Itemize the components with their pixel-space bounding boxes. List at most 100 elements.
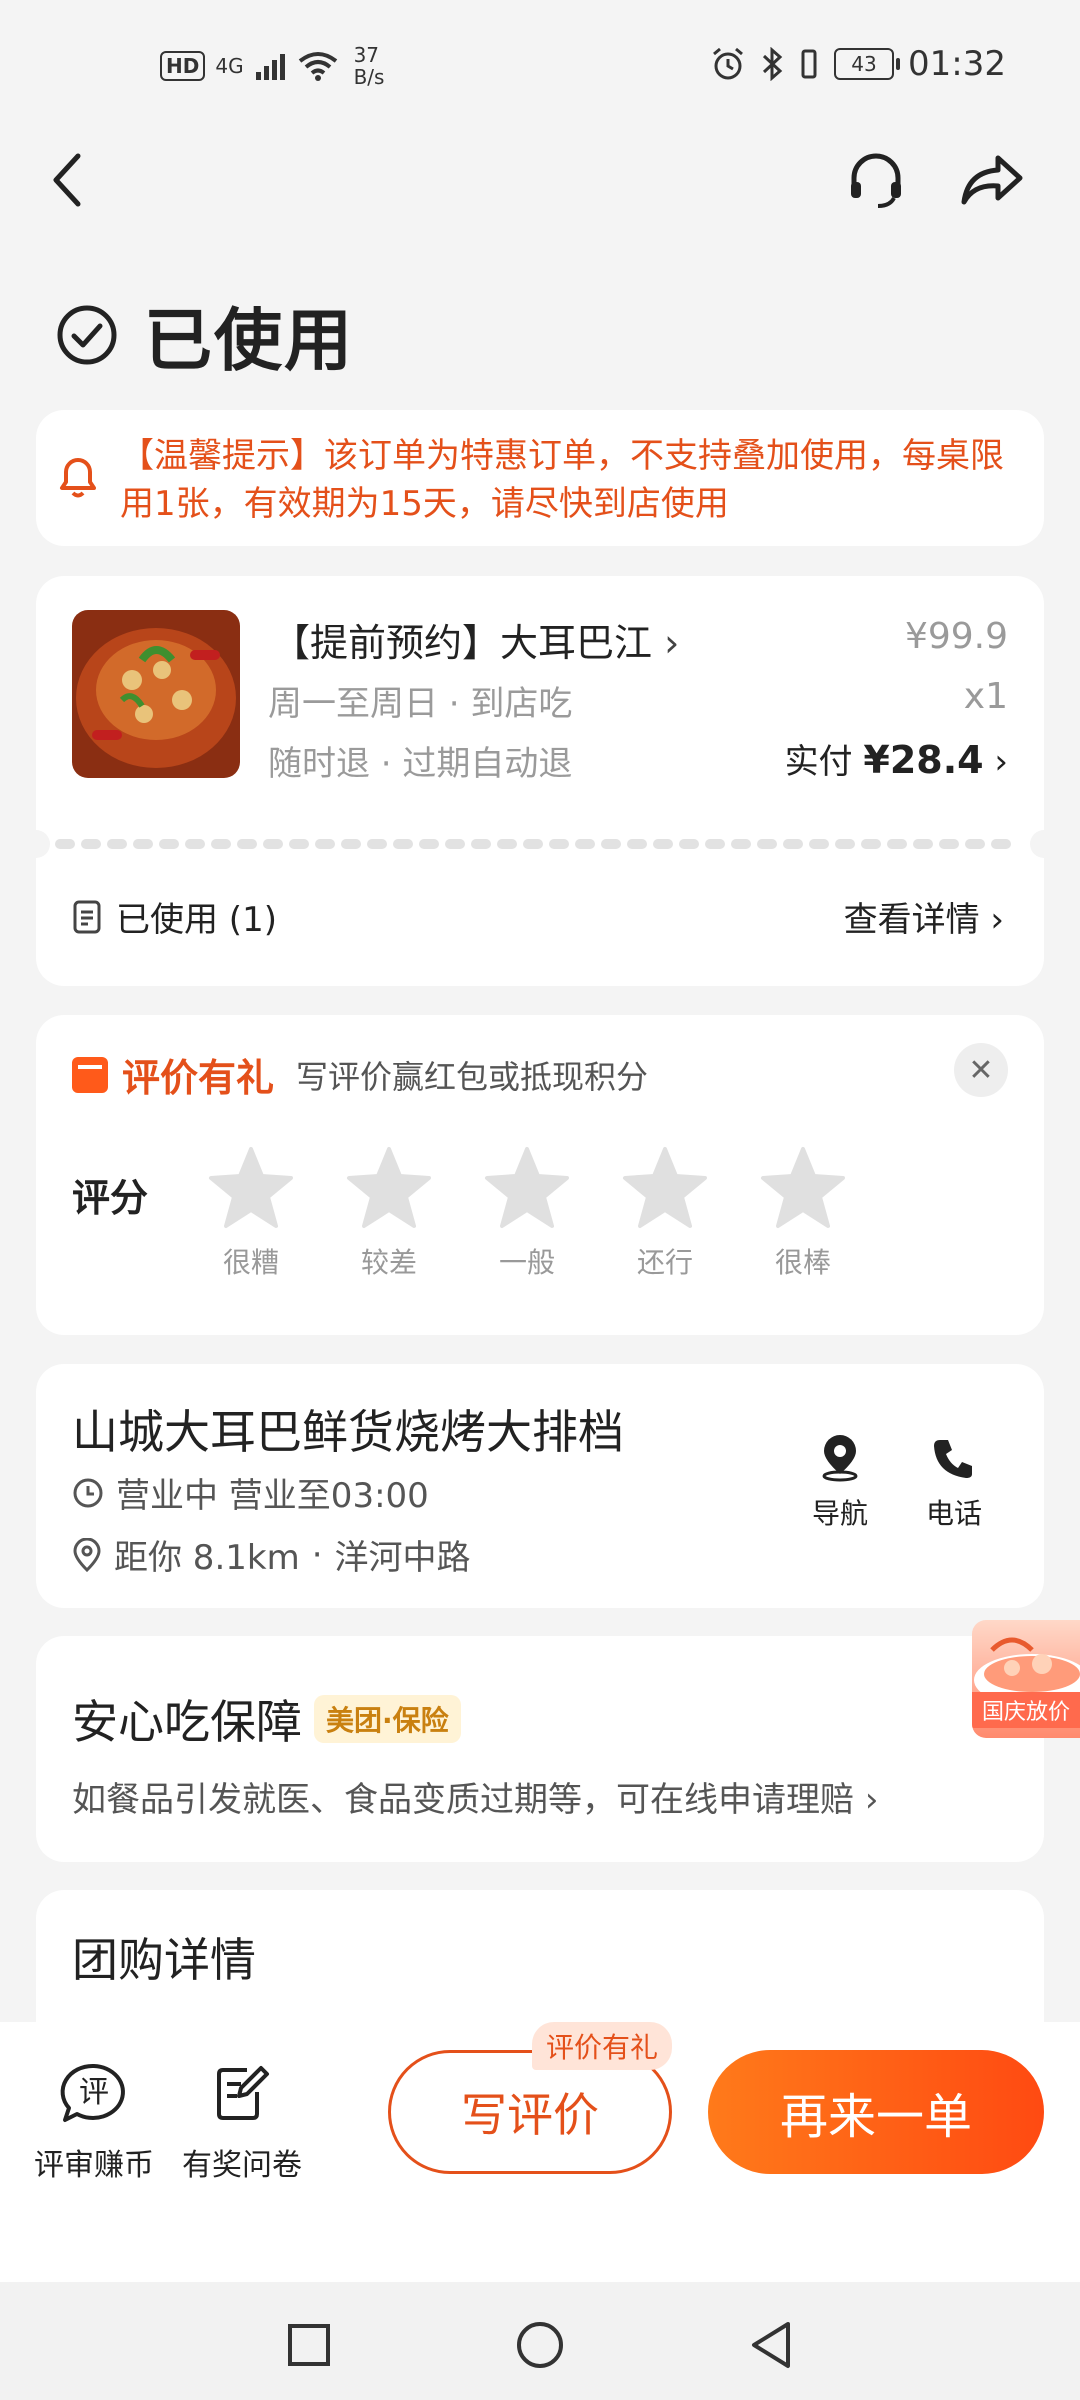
view-details-link[interactable]: 查看详情 › xyxy=(844,892,1004,941)
status-right: 43 01:32 xyxy=(710,44,1006,84)
group-deal-title: 团购详情 xyxy=(72,1933,256,1987)
chevron-right-icon: › xyxy=(864,1780,879,1820)
home-button[interactable] xyxy=(513,2318,567,2372)
headset-icon xyxy=(851,153,901,208)
paid-label: 实付 xyxy=(784,742,853,782)
net-speed: 37 B/s xyxy=(354,44,385,88)
system-back-button[interactable] xyxy=(744,2318,798,2372)
store-name: 山城大耳巴鲜货烧烤大排档 xyxy=(72,1405,624,1459)
star-icon xyxy=(761,1147,845,1228)
safety-title: 安心吃保障 美团·保险 xyxy=(72,1686,461,1752)
signal-icon xyxy=(255,54,285,80)
top-nav xyxy=(0,140,1080,220)
red-envelope-icon xyxy=(72,1056,108,1093)
dotted-divider xyxy=(55,839,1025,849)
order-again-button[interactable]: 再来一单 xyxy=(708,2050,1044,2174)
navigate-button[interactable]: 导航 xyxy=(800,1434,880,1532)
store-hours: 营业中 营业至03:00 xyxy=(72,1468,429,1517)
review-reward-tag: 评价有礼 xyxy=(532,2022,673,2070)
survey-edit-icon xyxy=(217,2066,269,2120)
order-again-label: 再来一单 xyxy=(779,2089,972,2145)
square-icon xyxy=(288,2324,330,2366)
star-icon xyxy=(209,1147,293,1228)
close-review-button[interactable]: ✕ xyxy=(954,1043,1008,1097)
store-road: 洋河中路 xyxy=(334,1538,471,1578)
review-title: 评价有礼 xyxy=(122,1056,275,1100)
triangle-back-icon xyxy=(752,2322,790,2368)
star-3[interactable]: 一般 xyxy=(484,1145,570,1281)
status-left: HD 4G 37 B/s xyxy=(160,44,384,88)
star-label: 较差 xyxy=(360,1246,417,1279)
score-label: 评分 xyxy=(72,1176,149,1220)
star-label: 很糟 xyxy=(222,1246,279,1279)
vibrate-icon xyxy=(801,49,817,79)
net-speed-unit: B/s xyxy=(353,65,385,89)
star-label: 很棒 xyxy=(774,1246,831,1279)
tip-text: 【温馨提示】该订单为特惠订单，不支持叠加使用，每桌限用1张，有效期为15天，请尽… xyxy=(120,436,1004,524)
separator-dot: · xyxy=(311,1534,323,1575)
safety-guarantee-card[interactable]: 安心吃保障 美团·保险 如餐品引发就医、食品变质过期等，可在线申请理赔 › xyxy=(36,1636,1044,1862)
star-1[interactable]: 很糟 xyxy=(208,1145,294,1281)
deal-title[interactable]: 【提前预约】大耳巴江 › xyxy=(272,612,679,667)
star-4[interactable]: 还行 xyxy=(622,1145,708,1281)
deal-refund-policy: 随时退 · 过期自动退 xyxy=(268,744,573,784)
call-button[interactable]: 电话 xyxy=(914,1434,994,1532)
star-5[interactable]: 很棒 xyxy=(760,1145,846,1281)
store-distance: 距你 8.1km xyxy=(114,1538,300,1578)
star-icon xyxy=(623,1147,707,1228)
paid-amount: ¥28.4 xyxy=(863,738,984,782)
net-speed-value: 37 xyxy=(353,43,380,67)
status-bar: HD 4G 37 B/s 43 01:32 xyxy=(0,0,1080,130)
clock-icon xyxy=(73,1478,103,1507)
order-status-heading: 已使用 xyxy=(56,285,354,384)
share-button[interactable] xyxy=(952,140,1032,220)
store-hours-text: 营业中 营业至03:00 xyxy=(116,1476,429,1516)
deal-title-text: 【提前预约】大耳巴江 xyxy=(272,621,653,665)
food-image[interactable] xyxy=(72,610,240,778)
chevron-right-icon: › xyxy=(652,621,680,665)
view-details-text: 查看详情 xyxy=(843,900,980,940)
review-icon-char: 评 xyxy=(79,2075,109,2110)
recent-apps-button[interactable] xyxy=(282,2318,336,2372)
safety-desc-text: 如餐品引发就医、食品变质过期等，可在线申请理赔 xyxy=(72,1780,854,1820)
navigate-label: 导航 xyxy=(811,1497,868,1530)
original-price: ¥99.9 xyxy=(904,616,1008,657)
network-type: 4G xyxy=(215,54,244,78)
order-card: 【提前预约】大耳巴江 › 周一至周日 · 到店吃 随时退 · 过期自动退 ¥99… xyxy=(22,576,1058,986)
used-coupon-count: 已使用 (1) xyxy=(72,892,277,941)
clock: 01:32 xyxy=(908,44,1006,84)
safety-desc: 如餐品引发就医、食品变质过期等，可在线申请理赔 › xyxy=(72,1772,878,1821)
paid-amount-link[interactable]: 实付 ¥28.4 › xyxy=(785,734,1008,783)
review-earn-coins-button[interactable]: 评 评审赚币 xyxy=(24,2062,164,2184)
review-card: 评价有礼 写评价赢红包或抵现积分 ✕ 评分 很糟 较差 一般 还行 很棒 xyxy=(36,1015,1044,1335)
insurance-badge: 美团·保险 xyxy=(314,1695,461,1743)
alarm-icon xyxy=(713,47,743,80)
bottom-action-bar: 评 评审赚币 有奖问卷 写评价 评价有礼 再来一单 xyxy=(0,2022,1080,2282)
close-icon: ✕ xyxy=(968,1052,994,1088)
store-card[interactable]: 山城大耳巴鲜货烧烤大排档 营业中 营业至03:00 距你 8.1km · 洋河中… xyxy=(36,1364,1044,1608)
back-arrow-icon xyxy=(53,153,81,207)
quantity: x1 xyxy=(963,676,1008,717)
chevron-right-icon: › xyxy=(990,900,1004,940)
food-photo xyxy=(72,610,240,778)
warm-tip-card: 【温馨提示】该订单为特惠订单，不支持叠加使用，每桌限用1张，有效期为15天，请尽… xyxy=(36,410,1044,546)
bell-icon xyxy=(60,458,96,498)
phone-icon xyxy=(934,1440,972,1478)
hd-badge: HD xyxy=(160,51,206,81)
wifi-icon xyxy=(298,52,337,81)
review-bubble-icon: 评 xyxy=(60,2063,125,2122)
store-location: 距你 8.1km · 洋河中路 xyxy=(72,1530,471,1579)
customer-service-button[interactable] xyxy=(836,140,916,220)
circle-icon xyxy=(517,2322,563,2368)
back-button[interactable] xyxy=(28,140,108,220)
review-earn-coins-label: 评审赚币 xyxy=(34,2148,154,2183)
battery-icon: 43 xyxy=(834,48,901,80)
call-label: 电话 xyxy=(925,1497,982,1530)
chevron-right-icon: › xyxy=(994,742,1008,782)
star-icon xyxy=(347,1147,431,1228)
deal-validity: 周一至周日 · 到店吃 xyxy=(268,684,573,724)
floating-promo[interactable]: 国庆放价 xyxy=(972,1620,1080,1738)
write-review-label: 写评价 xyxy=(461,2088,599,2142)
star-2[interactable]: 较差 xyxy=(346,1145,432,1281)
survey-button[interactable]: 有奖问卷 xyxy=(172,2062,312,2184)
